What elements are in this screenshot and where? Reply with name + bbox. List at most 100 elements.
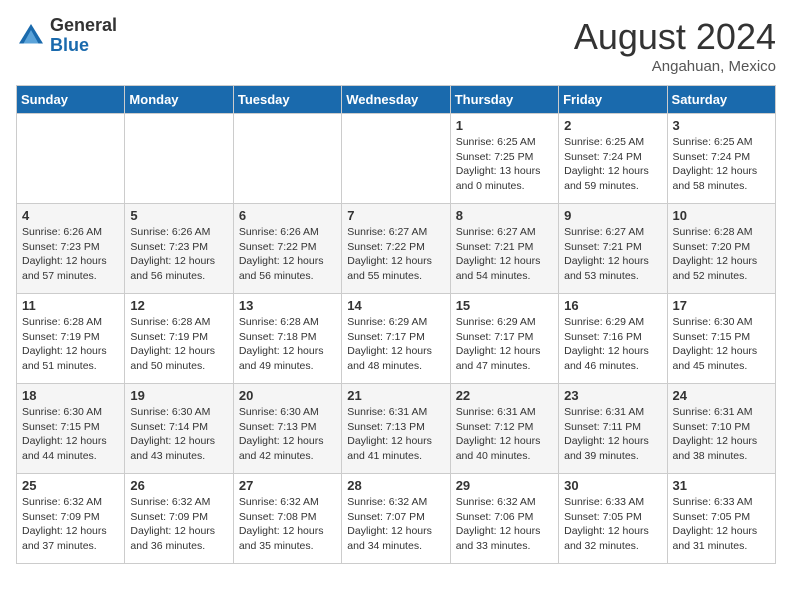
day-cell: 30Sunrise: 6:33 AMSunset: 7:05 PMDayligh…: [559, 474, 667, 564]
day-cell: 11Sunrise: 6:28 AMSunset: 7:19 PMDayligh…: [17, 294, 125, 384]
day-number: 19: [130, 388, 227, 403]
day-cell: 31Sunrise: 6:33 AMSunset: 7:05 PMDayligh…: [667, 474, 775, 564]
day-number: 9: [564, 208, 661, 223]
day-cell: 20Sunrise: 6:30 AMSunset: 7:13 PMDayligh…: [233, 384, 341, 474]
page-header: General Blue August 2024 Angahuan, Mexic…: [16, 16, 776, 75]
logo-text: General Blue: [50, 16, 117, 56]
day-cell: 22 Sunrise: 6:31 AMSunset: 7:12 PMDayligh…: [450, 384, 558, 474]
day-number: 8: [456, 208, 553, 223]
day-number: 4: [22, 208, 119, 223]
day-number: 2: [564, 118, 661, 133]
day-cell: 23 Sunrise: 6:31 AMSunset: 7:11 PMDayligh…: [559, 384, 667, 474]
day-number: 17: [673, 298, 770, 313]
day-cell: 19 Sunrise: 6:30 AMSunset: 7:14 PMDayligh…: [125, 384, 233, 474]
day-info: Sunrise: 6:32 AMSunset: 7:09 PMDaylight:…: [130, 495, 227, 554]
day-info: Sunrise: 6:26 AMSunset: 7:22 PMDaylight:…: [239, 225, 336, 284]
day-number: 3: [673, 118, 770, 133]
day-number: 27: [239, 478, 336, 493]
day-number: 1: [456, 118, 553, 133]
header-cell-friday: Friday: [559, 86, 667, 114]
day-number: 31: [673, 478, 770, 493]
day-cell: 21Sunrise: 6:31 AMSunset: 7:13 PMDayligh…: [342, 384, 450, 474]
day-cell: 14 Sunrise: 6:29 AMSunset: 7:17 PMDayligh…: [342, 294, 450, 384]
week-row-5: 25 Sunrise: 6:32 AMSunset: 7:09 PMDayligh…: [17, 474, 776, 564]
week-row-1: 1Sunrise: 6:25 AMSunset: 7:25 PMDaylight…: [17, 114, 776, 204]
day-info: Sunrise: 6:32 AMSunset: 7:07 PMDaylight:…: [347, 495, 444, 554]
day-number: 23: [564, 388, 661, 403]
day-cell: 12 Sunrise: 6:28 AMSunset: 7:19 PMDayligh…: [125, 294, 233, 384]
week-row-3: 11 Sunrise: 6:28 AMSunset: 7:19 PMDayligh…: [17, 294, 776, 384]
header-cell-tuesday: Tuesday: [233, 86, 341, 114]
day-info: Sunrise: 6:31 AMSunset: 7:12 PMDaylight:…: [456, 405, 553, 464]
day-info: Sunrise: 6:27 AMSunset: 7:21 PMDaylight:…: [564, 225, 661, 284]
day-number: 12: [130, 298, 227, 313]
day-info: Sunrise: 6:25 AMSunset: 7:24 PMDaylight:…: [564, 135, 661, 194]
logo-icon: [16, 21, 46, 51]
logo: General Blue: [16, 16, 117, 56]
day-number: 6: [239, 208, 336, 223]
header-cell-saturday: Saturday: [667, 86, 775, 114]
day-cell: 2 Sunrise: 6:25 AMSunset: 7:24 PMDaylight…: [559, 114, 667, 204]
day-cell: 27 Sunrise: 6:32 AMSunset: 7:08 PMDayligh…: [233, 474, 341, 564]
header-row: SundayMondayTuesdayWednesdayThursdayFrid…: [17, 86, 776, 114]
day-info: Sunrise: 6:28 AMSunset: 7:19 PMDaylight:…: [130, 315, 227, 374]
day-cell: 17 Sunrise: 6:30 AMSunset: 7:15 PMDayligh…: [667, 294, 775, 384]
day-cell: [17, 114, 125, 204]
day-cell: [233, 114, 341, 204]
day-number: 14: [347, 298, 444, 313]
day-info: Sunrise: 6:32 AMSunset: 7:08 PMDaylight:…: [239, 495, 336, 554]
day-cell: 16 Sunrise: 6:29 AMSunset: 7:16 PMDayligh…: [559, 294, 667, 384]
day-info: Sunrise: 6:30 AMSunset: 7:14 PMDaylight:…: [130, 405, 227, 464]
location: Angahuan, Mexico: [574, 58, 776, 75]
day-info: Sunrise: 6:31 AMSunset: 7:10 PMDaylight:…: [673, 405, 770, 464]
logo-general: General: [50, 16, 117, 36]
day-cell: 28 Sunrise: 6:32 AMSunset: 7:07 PMDayligh…: [342, 474, 450, 564]
day-cell: 9 Sunrise: 6:27 AMSunset: 7:21 PMDaylight…: [559, 204, 667, 294]
day-number: 5: [130, 208, 227, 223]
day-info: Sunrise: 6:26 AMSunset: 7:23 PMDaylight:…: [22, 225, 119, 284]
day-info: Sunrise: 6:29 AMSunset: 7:17 PMDaylight:…: [347, 315, 444, 374]
day-cell: 26 Sunrise: 6:32 AMSunset: 7:09 PMDayligh…: [125, 474, 233, 564]
day-number: 28: [347, 478, 444, 493]
day-number: 11: [22, 298, 119, 313]
day-cell: [125, 114, 233, 204]
day-number: 22: [456, 388, 553, 403]
day-number: 21: [347, 388, 444, 403]
day-number: 18: [22, 388, 119, 403]
day-info: Sunrise: 6:29 AMSunset: 7:17 PMDaylight:…: [456, 315, 553, 374]
day-number: 26: [130, 478, 227, 493]
day-info: Sunrise: 6:32 AMSunset: 7:06 PMDaylight:…: [456, 495, 553, 554]
week-row-4: 18 Sunrise: 6:30 AMSunset: 7:15 PMDayligh…: [17, 384, 776, 474]
day-info: Sunrise: 6:30 AMSunset: 7:13 PMDaylight:…: [239, 405, 336, 464]
day-info: Sunrise: 6:30 AMSunset: 7:15 PMDaylight:…: [673, 315, 770, 374]
day-cell: 10Sunrise: 6:28 AMSunset: 7:20 PMDayligh…: [667, 204, 775, 294]
day-cell: 29 Sunrise: 6:32 AMSunset: 7:06 PMDayligh…: [450, 474, 558, 564]
day-info: Sunrise: 6:30 AMSunset: 7:15 PMDaylight:…: [22, 405, 119, 464]
header-cell-monday: Monday: [125, 86, 233, 114]
day-info: Sunrise: 6:29 AMSunset: 7:16 PMDaylight:…: [564, 315, 661, 374]
day-cell: 18 Sunrise: 6:30 AMSunset: 7:15 PMDayligh…: [17, 384, 125, 474]
day-cell: 3 Sunrise: 6:25 AMSunset: 7:24 PMDaylight…: [667, 114, 775, 204]
header-cell-thursday: Thursday: [450, 86, 558, 114]
day-info: Sunrise: 6:28 AMSunset: 7:18 PMDaylight:…: [239, 315, 336, 374]
day-number: 16: [564, 298, 661, 313]
day-cell: 5Sunrise: 6:26 AMSunset: 7:23 PMDaylight…: [125, 204, 233, 294]
day-info: Sunrise: 6:32 AMSunset: 7:09 PMDaylight:…: [22, 495, 119, 554]
day-info: Sunrise: 6:31 AMSunset: 7:11 PMDaylight:…: [564, 405, 661, 464]
day-cell: 13 Sunrise: 6:28 AMSunset: 7:18 PMDayligh…: [233, 294, 341, 384]
day-info: Sunrise: 6:33 AMSunset: 7:05 PMDaylight:…: [564, 495, 661, 554]
day-cell: [342, 114, 450, 204]
day-cell: 24Sunrise: 6:31 AMSunset: 7:10 PMDayligh…: [667, 384, 775, 474]
day-number: 7: [347, 208, 444, 223]
day-cell: 15Sunrise: 6:29 AMSunset: 7:17 PMDayligh…: [450, 294, 558, 384]
day-cell: 6 Sunrise: 6:26 AMSunset: 7:22 PMDaylight…: [233, 204, 341, 294]
day-number: 29: [456, 478, 553, 493]
day-number: 13: [239, 298, 336, 313]
header-cell-sunday: Sunday: [17, 86, 125, 114]
day-info: Sunrise: 6:28 AMSunset: 7:20 PMDaylight:…: [673, 225, 770, 284]
day-number: 25: [22, 478, 119, 493]
day-info: Sunrise: 6:27 AMSunset: 7:21 PMDaylight:…: [456, 225, 553, 284]
day-info: Sunrise: 6:25 AMSunset: 7:24 PMDaylight:…: [673, 135, 770, 194]
day-cell: 4 Sunrise: 6:26 AMSunset: 7:23 PMDaylight…: [17, 204, 125, 294]
month-year: August 2024: [574, 16, 776, 58]
